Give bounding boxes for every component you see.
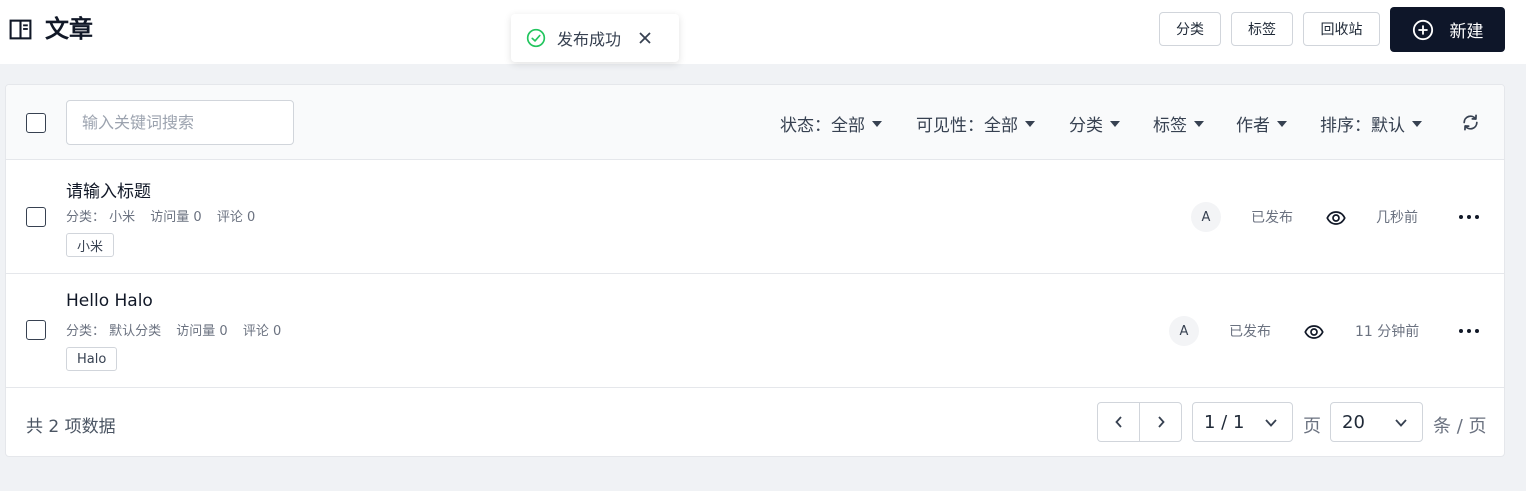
post-row[interactable]: Hello Halo 分类： 默认分类 访问量 0 评论 0 Halo A 已发… <box>6 274 1504 388</box>
book-open-icon <box>9 19 32 39</box>
new-post-label: 新建 <box>1449 22 1484 42</box>
visibility-filter-label: 可见性：全部 <box>916 116 1018 136</box>
scrollbar-track[interactable] <box>1526 0 1531 491</box>
caret-down-icon <box>872 120 882 127</box>
more-icon[interactable] <box>1458 321 1480 341</box>
select-all-checkbox[interactable] <box>26 113 46 133</box>
new-post-button[interactable]: 新建 <box>1390 7 1505 52</box>
toast-message: 发布成功 <box>557 30 622 49</box>
caret-down-icon <box>1110 120 1120 127</box>
caret-down-icon <box>1277 120 1287 127</box>
page-title-group: 文章 <box>8 14 93 44</box>
visibility-filter[interactable]: 可见性：全部 <box>916 111 1035 136</box>
post-checkbox[interactable] <box>26 207 46 227</box>
eye-icon[interactable] <box>1304 322 1324 342</box>
status-filter[interactable]: 状态：全部 <box>780 111 882 136</box>
post-time: 11 分钟前 <box>1355 324 1420 340</box>
check-circle-icon <box>526 28 546 48</box>
prev-page-button[interactable] <box>1097 402 1140 442</box>
author-filter[interactable]: 作者 <box>1236 111 1287 136</box>
sort-filter-label: 排序：默认 <box>1320 116 1405 136</box>
more-icon[interactable] <box>1458 207 1480 227</box>
tag-filter[interactable]: 标签 <box>1153 111 1204 136</box>
post-row[interactable]: 请输入标题 分类： 小米 访问量 0 评论 0 小米 A 已发布 几秒前 <box>6 160 1504 274</box>
tag-button[interactable]: 标签 <box>1231 12 1293 46</box>
post-meta: 分类： 小米 访问量 0 评论 0 <box>66 206 266 225</box>
chevron-right-icon <box>1157 416 1165 428</box>
sort-filter[interactable]: 排序：默认 <box>1320 111 1422 136</box>
post-visits: 访问量 0 <box>176 324 228 339</box>
post-status: 已发布 <box>1229 324 1271 340</box>
post-time: 几秒前 <box>1376 210 1418 226</box>
post-category: 分类： 默认分类 <box>66 324 162 339</box>
post-tag[interactable]: 小米 <box>66 233 115 257</box>
post-list-card: 状态：全部 可见性：全部 分类 标签 作者 排序：默认 <box>5 84 1505 457</box>
page-header: 文章 分类 标签 回收站 新建 <box>0 0 1526 64</box>
post-title[interactable]: Hello Halo <box>66 291 153 311</box>
tag-filter-label: 标签 <box>1153 116 1187 136</box>
search-input[interactable] <box>66 100 294 145</box>
chevron-down-icon <box>1265 419 1277 427</box>
author-avatar[interactable]: A <box>1169 316 1199 346</box>
author-filter-label: 作者 <box>1236 116 1270 136</box>
close-icon[interactable] <box>638 31 652 45</box>
page-size-select[interactable]: 20 <box>1330 402 1423 442</box>
add-circle-icon <box>1412 19 1433 40</box>
page-size-value: 20 <box>1342 411 1365 433</box>
post-category: 分类： 小米 <box>66 210 136 225</box>
total-count: 共 2 项数据 <box>26 417 116 437</box>
page-label: 页 <box>1303 416 1321 437</box>
post-title[interactable]: 请输入标题 <box>66 177 151 202</box>
post-checkbox[interactable] <box>26 320 46 340</box>
category-filter-label: 分类 <box>1069 116 1103 136</box>
chevron-left-icon <box>1114 416 1122 428</box>
refresh-icon[interactable] <box>1461 113 1480 132</box>
list-toolbar: 状态：全部 可见性：全部 分类 标签 作者 排序：默认 <box>6 85 1504 160</box>
post-meta: 分类： 默认分类 访问量 0 评论 0 <box>66 320 292 339</box>
list-footer: 共 2 项数据 1 / 1 页 20 条 / 页 <box>6 388 1504 456</box>
page-select[interactable]: 1 / 1 <box>1192 402 1293 442</box>
post-status: 已发布 <box>1251 210 1293 226</box>
page-title: 文章 <box>45 15 93 43</box>
post-comments: 评论 0 <box>242 324 282 339</box>
post-comments: 评论 0 <box>216 210 256 225</box>
caret-down-icon <box>1194 120 1204 127</box>
category-filter[interactable]: 分类 <box>1069 111 1120 136</box>
caret-down-icon <box>1025 120 1035 127</box>
caret-down-icon <box>1412 120 1422 127</box>
status-filter-label: 状态：全部 <box>780 116 865 136</box>
chevron-down-icon <box>1395 419 1407 427</box>
author-avatar[interactable]: A <box>1191 202 1221 232</box>
post-tag[interactable]: Halo <box>66 347 118 371</box>
post-visits: 访问量 0 <box>150 210 202 225</box>
next-page-button[interactable] <box>1139 402 1182 442</box>
eye-icon[interactable] <box>1326 208 1346 228</box>
page-size-label: 条 / 页 <box>1433 416 1487 437</box>
success-toast: 发布成功 <box>511 14 679 62</box>
category-button[interactable]: 分类 <box>1159 12 1221 46</box>
page-select-value: 1 / 1 <box>1204 411 1245 433</box>
recycle-bin-button[interactable]: 回收站 <box>1303 12 1380 46</box>
